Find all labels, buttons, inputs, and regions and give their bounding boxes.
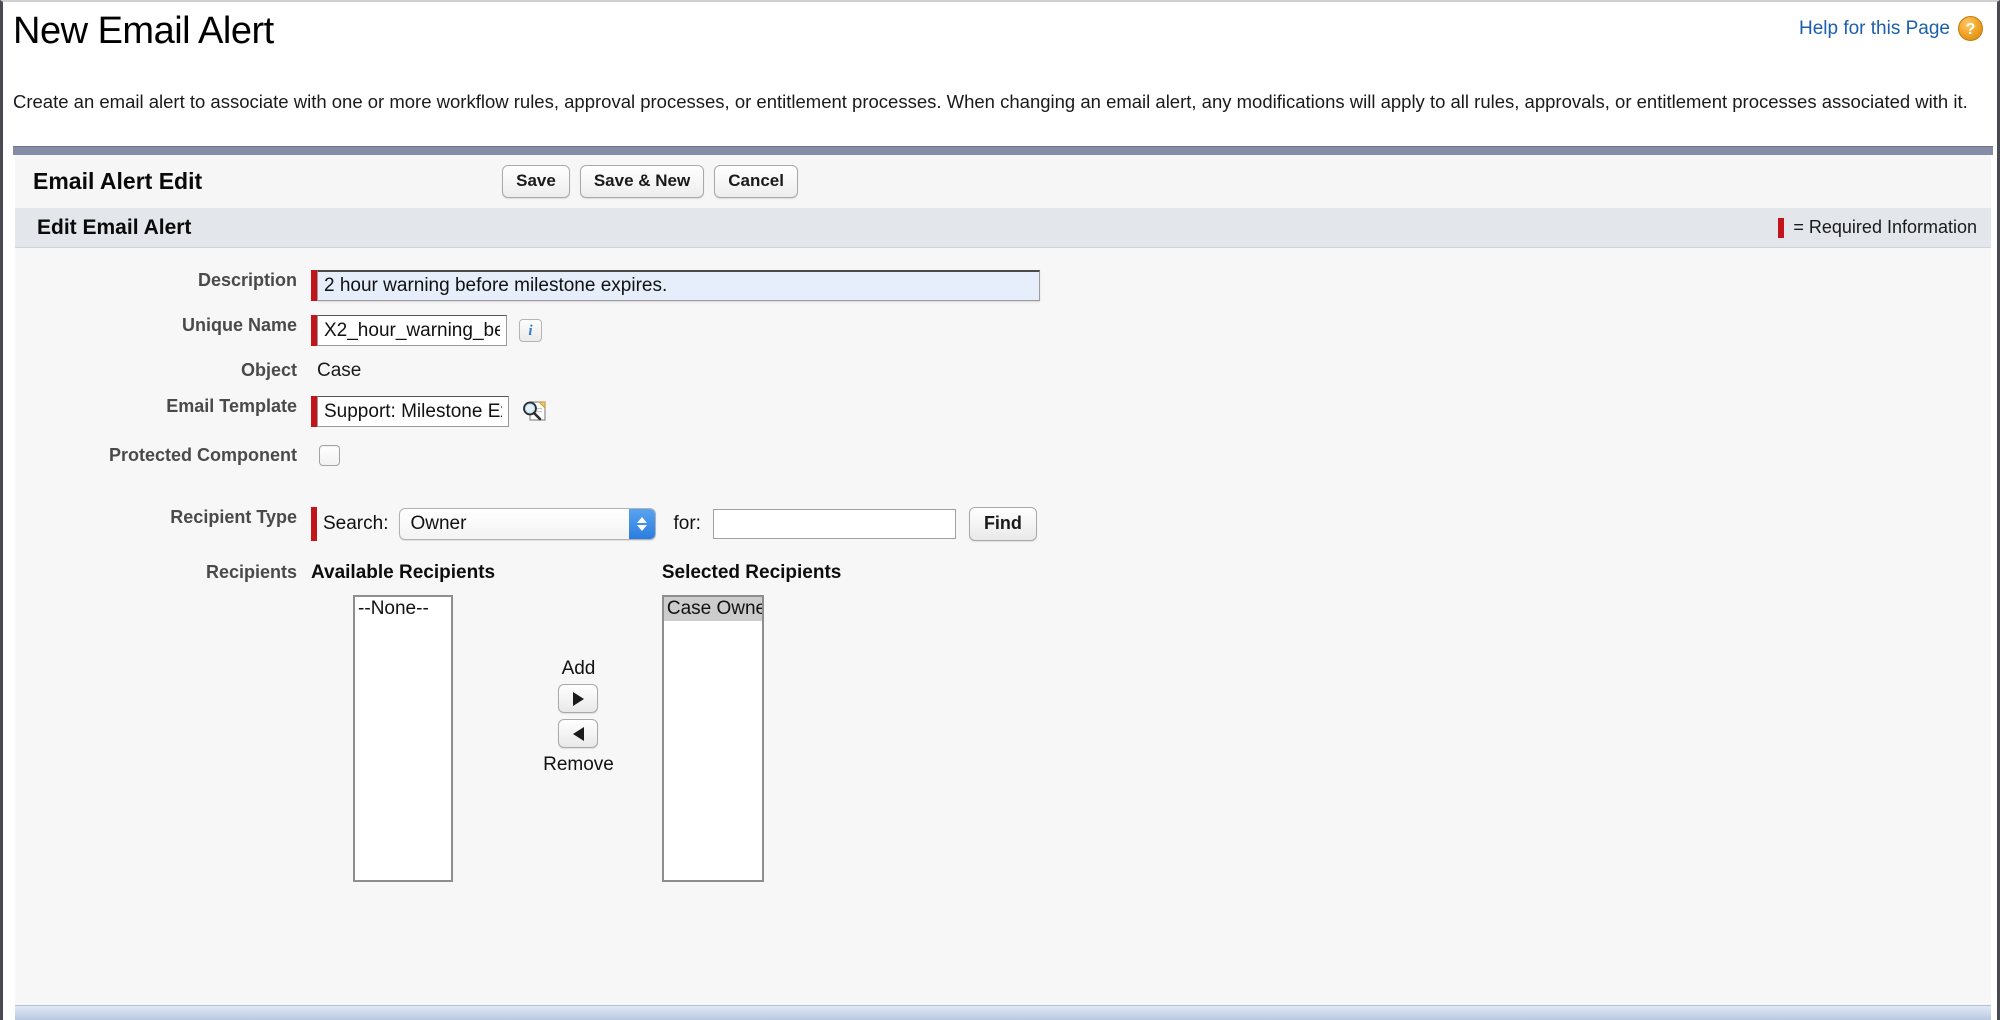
required-legend-text: = Required Information <box>1793 217 1977 237</box>
for-label: for: <box>673 513 701 534</box>
unique-name-row: Unique Name i <box>15 315 1991 346</box>
recipient-search-input[interactable] <box>712 509 956 539</box>
edit-section-header: Edit Email Alert = Required Information <box>15 208 1991 248</box>
selected-recipients-listbox[interactable]: Case Owner <box>661 595 764 882</box>
remove-recipient-button[interactable] <box>558 719 599 748</box>
protected-component-control <box>311 445 340 466</box>
save-button[interactable]: Save <box>502 165 570 198</box>
help-link[interactable]: Help for this Page <box>1799 18 1950 40</box>
list-item[interactable]: --None-- <box>355 597 451 621</box>
recipient-type-select[interactable]: Owner <box>399 508 657 540</box>
available-recipients-listbox[interactable]: --None-- <box>353 595 454 882</box>
page-title: New Email Alert <box>13 10 274 52</box>
selected-recipients-heading: Selected Recipients <box>661 562 842 583</box>
arrow-right-icon <box>572 691 584 706</box>
arrow-left-icon <box>572 726 584 741</box>
section-title: Email Alert Edit <box>33 168 203 194</box>
object-value: Case <box>317 360 362 381</box>
description-input[interactable] <box>317 270 1040 301</box>
recipient-type-control: Search: Owner for: Find <box>311 507 1037 541</box>
unique-name-input[interactable] <box>317 315 507 346</box>
protected-component-checkbox[interactable] <box>319 445 340 466</box>
recipient-type-label: Recipient Type <box>170 507 297 527</box>
help-for-this-page[interactable]: Help for this Page ? <box>1799 16 1983 41</box>
recipient-type-selected-value: Owner <box>410 513 467 534</box>
find-button[interactable]: Find <box>968 507 1037 541</box>
unique-name-label: Unique Name <box>181 315 297 335</box>
email-template-label: Email Template <box>166 396 297 416</box>
object-row: Object Case <box>15 360 1991 382</box>
transfer-buttons-column: Add Remove <box>543 658 614 780</box>
object-control: Case <box>311 360 361 382</box>
available-recipients-heading: Available Recipients <box>311 562 496 583</box>
email-template-row: Email Template <box>15 396 1991 427</box>
unique-name-control: i <box>311 315 542 346</box>
action-button-group: Save Save & New Cancel <box>502 165 798 198</box>
action-bar: Email Alert Edit Save Save & New Cancel <box>15 155 1991 209</box>
recipients-label: Recipients <box>205 562 297 582</box>
save-and-new-button[interactable]: Save & New <box>579 165 705 198</box>
available-recipients-column: Available Recipients --None-- <box>311 562 495 882</box>
required-information-legend: = Required Information <box>1778 217 1977 238</box>
lookup-magnifier-icon[interactable] <box>521 399 547 424</box>
email-template-control <box>311 396 547 427</box>
page-footer-strip <box>15 1005 1991 1020</box>
object-label: Object <box>240 360 297 380</box>
required-marker-swatch <box>1778 217 1785 238</box>
description-label: Description <box>197 270 297 290</box>
question-mark-circle-icon[interactable]: ? <box>1958 16 1983 41</box>
email-alert-setup-page: New Email Alert Help for this Page ? Cre… <box>0 0 2000 1020</box>
header-divider <box>13 146 1993 155</box>
selected-recipients-column: Selected Recipients Case Owner <box>661 562 842 882</box>
description-row: Description <box>15 270 1991 301</box>
page-description: Create an email alert to associate with … <box>13 91 1968 112</box>
recipient-type-row: Recipient Type Search: Owner for: Find <box>15 507 1991 541</box>
description-control <box>311 270 1040 301</box>
protected-component-label: Protected Component <box>108 445 297 465</box>
add-recipient-button[interactable] <box>558 684 599 713</box>
recipients-row: Recipients Available Recipients --None--… <box>15 562 1991 882</box>
remove-label: Remove <box>543 754 614 775</box>
protected-component-row: Protected Component <box>15 445 1991 466</box>
email-template-input[interactable] <box>317 396 509 427</box>
chevron-updown-icon[interactable] <box>629 509 656 539</box>
email-alert-form: Description Unique Name i Object Case Em <box>15 248 1991 1005</box>
add-label: Add <box>561 658 596 679</box>
recipient-type-required-marker <box>311 507 317 541</box>
edit-section-title: Edit Email Alert <box>37 215 192 239</box>
list-item[interactable]: Case Owner <box>663 597 762 621</box>
search-label: Search: <box>323 513 389 534</box>
recipients-dual-list: Available Recipients --None-- Add Remove <box>311 562 841 882</box>
cancel-button[interactable]: Cancel <box>714 165 798 198</box>
info-icon[interactable]: i <box>519 319 542 342</box>
